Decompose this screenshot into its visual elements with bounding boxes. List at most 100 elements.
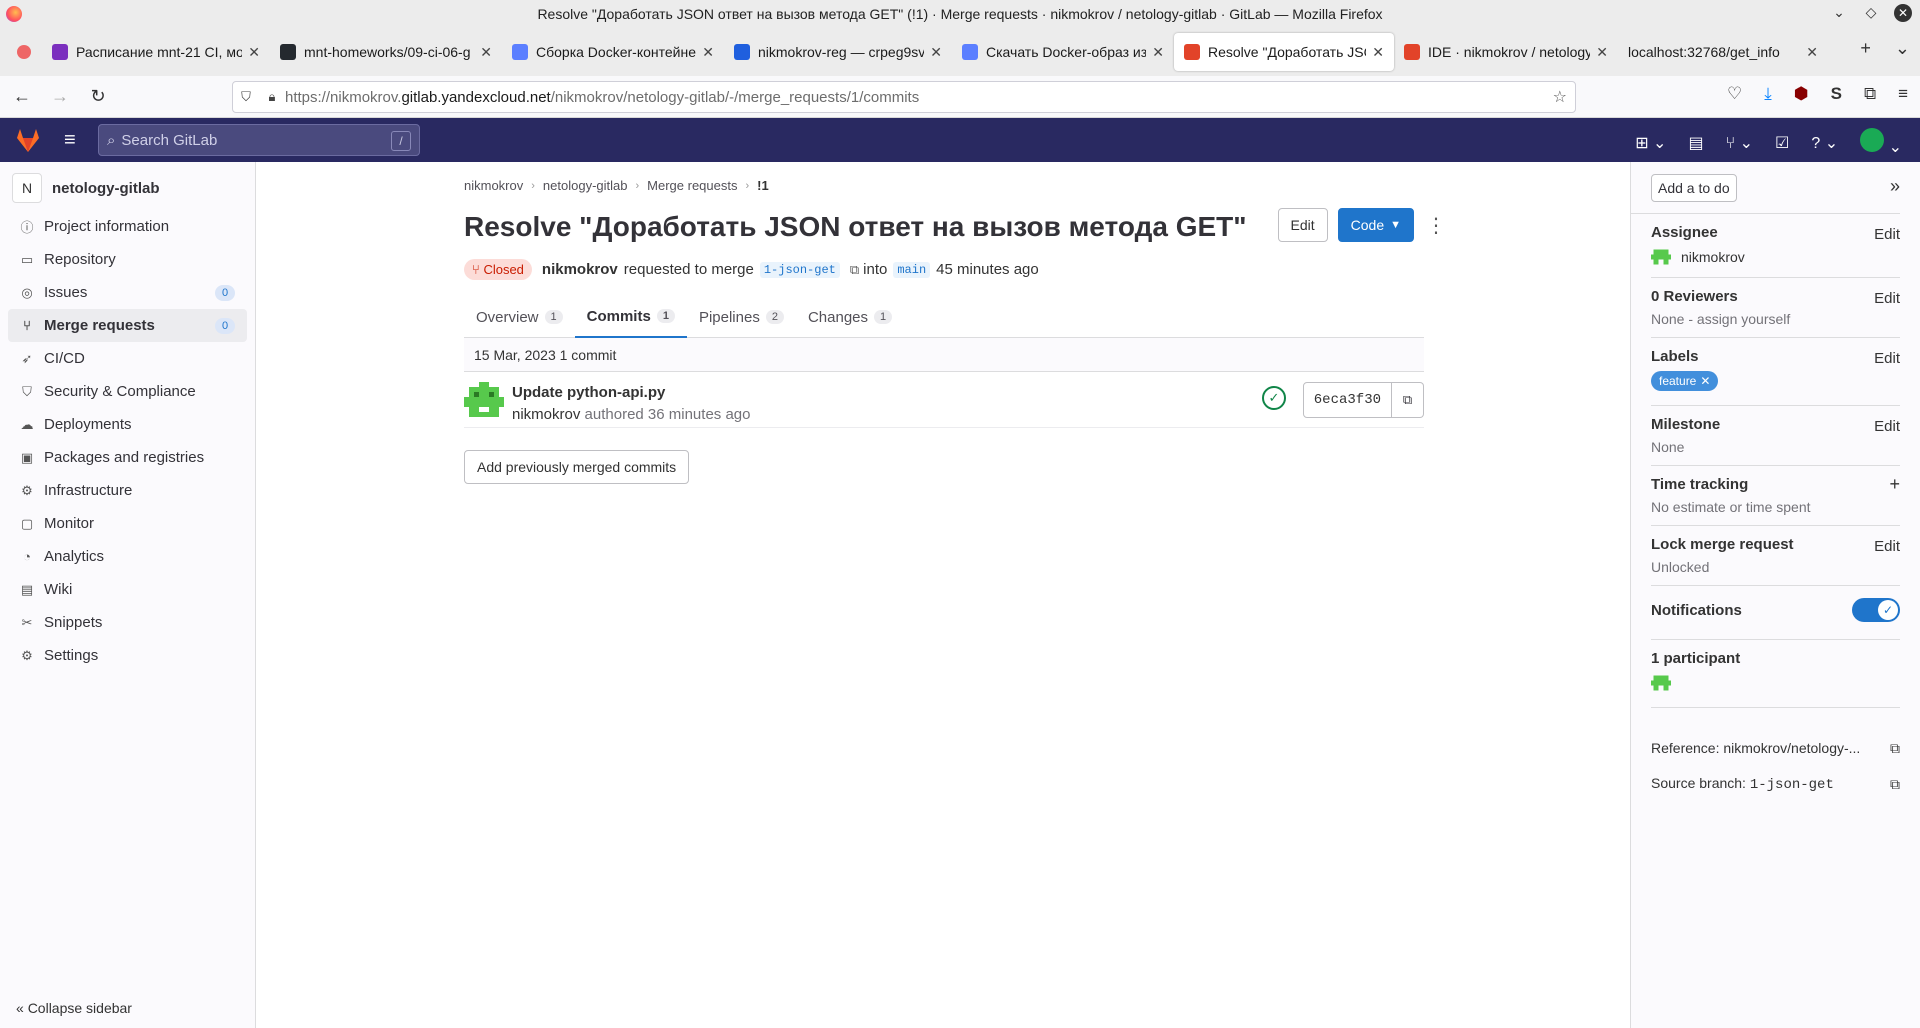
add-time-icon[interactable]: + (1889, 474, 1900, 495)
gitlab-logo-icon[interactable] (14, 127, 42, 153)
reviewers-edit-link[interactable]: Edit (1874, 290, 1900, 307)
shield-icon[interactable]: ⛉ (233, 89, 259, 105)
tab-close-icon[interactable]: ✕ (1596, 44, 1608, 61)
notifications-toggle[interactable]: ✓ (1852, 598, 1900, 622)
user-avatar-menu[interactable]: ⌄ (1860, 128, 1902, 157)
browser-tab[interactable]: Расписание mnt-21 CI, мо ✕ (42, 33, 270, 71)
commit-author[interactable]: nikmokrov (512, 406, 580, 423)
tab-close-icon[interactable]: ✕ (480, 44, 492, 61)
add-previously-merged-commits-button[interactable]: Add previously merged commits (464, 450, 690, 484)
browser-tab[interactable]: Resolve "Доработать JSON ✕ (1174, 33, 1394, 71)
add-todo-button[interactable]: Add a to do (1651, 173, 1737, 202)
window-close-icon[interactable]: ✕ (1894, 4, 1912, 22)
mr-author[interactable]: nikmokrov (542, 261, 618, 278)
remove-label-icon[interactable]: ✕ (1700, 374, 1710, 388)
pipeline-passed-icon[interactable]: ✓ (1262, 386, 1286, 410)
help-icon[interactable]: ? ⌄ (1811, 133, 1838, 153)
ublock-icon[interactable]: ⬢ (1794, 84, 1809, 104)
forward-icon[interactable]: → (44, 81, 76, 113)
sidebar-item-merge-requests[interactable]: ⑂ Merge requests 0 (8, 309, 247, 342)
copy-icon[interactable]: ⧉ (850, 262, 859, 278)
sidebar-item-project-information[interactable]: ⓘ Project information (8, 210, 247, 243)
tab-overview[interactable]: Overview 1 (464, 296, 575, 338)
lock-edit-link[interactable]: Edit (1874, 538, 1900, 555)
breadcrumb-item[interactable]: nikmokrov (464, 178, 523, 193)
reviewers-value[interactable]: None - assign yourself (1651, 311, 1790, 327)
pocket-icon[interactable]: ♡ (1727, 84, 1742, 104)
tab-close-icon[interactable]: ✕ (248, 44, 260, 61)
tab-close-icon[interactable]: ✕ (930, 44, 942, 61)
copy-sha-icon[interactable]: ⧉ (1392, 382, 1424, 418)
edit-button[interactable]: Edit (1277, 208, 1328, 242)
browser-tab[interactable]: Скачать Docker-образ из р ✕ (952, 33, 1174, 71)
tab-changes[interactable]: Changes 1 (796, 296, 904, 338)
collapse-right-sidebar-icon[interactable]: » (1890, 176, 1900, 197)
assignee-avatar[interactable] (1651, 247, 1671, 267)
maximize-icon[interactable]: ◇ (1862, 4, 1880, 22)
target-branch-chip[interactable]: main (893, 261, 931, 278)
tab-pipelines[interactable]: Pipelines 2 (687, 296, 796, 338)
lock-icon[interactable]: 🔒︎ (259, 89, 285, 105)
merge-requests-top-icon[interactable]: ⑂ ⌄ (1726, 133, 1753, 153)
sidebar-item-deployments[interactable]: ☁ Deployments (8, 408, 247, 441)
create-new-icon[interactable]: ⊞ ⌄ (1635, 133, 1666, 153)
download-icon[interactable]: ⤓ (1764, 84, 1772, 104)
extensions-icon[interactable]: ⧉ (1864, 84, 1876, 104)
project-header[interactable]: N netology-gitlab (0, 166, 255, 210)
commit-title[interactable]: Update python-api.py (512, 384, 665, 401)
new-tab-icon[interactable]: + (1860, 38, 1871, 59)
participant-avatar[interactable] (1651, 673, 1671, 693)
source-branch-chip[interactable]: 1-json-get (759, 261, 840, 278)
sidebar-item-wiki[interactable]: ▤ Wiki (8, 573, 247, 606)
labels-edit-link[interactable]: Edit (1874, 350, 1900, 367)
sidebar-item-monitor[interactable]: ▢ Monitor (8, 507, 247, 540)
browser-tab[interactable]: nikmokrov-reg — crpeg9sv ✕ (724, 33, 952, 71)
sidebar-item-snippets[interactable]: ✂ Snippets (8, 606, 247, 639)
label-chip[interactable]: feature ✕ (1651, 371, 1719, 391)
tab-close-icon[interactable]: ✕ (1806, 44, 1818, 61)
commit-sha-button[interactable]: 6eca3f30 (1302, 382, 1392, 418)
url-bar[interactable]: ⛉ 🔒︎ https://nikmokrov. gitlab.yandexclou… (232, 81, 1576, 113)
browser-tab[interactable]: Сборка Docker-контейнер ✕ (502, 33, 724, 71)
commit-author-avatar[interactable] (464, 382, 504, 422)
back-icon[interactable]: ← (6, 81, 38, 113)
breadcrumb-item[interactable]: netology-gitlab (543, 178, 628, 193)
sidebar-item-packages-and-registries[interactable]: ▣ Packages and registries (8, 441, 247, 474)
more-actions-icon[interactable]: ⋮ (1424, 213, 1448, 238)
tab-close-icon[interactable]: ✕ (702, 44, 714, 61)
tab-close-icon[interactable]: ✕ (1372, 44, 1384, 61)
tab-commits[interactable]: Commits 1 (574, 296, 687, 338)
hamburger-menu-icon[interactable]: ≡ (64, 129, 88, 152)
copy-reference-icon[interactable]: ⧉ (1890, 740, 1900, 757)
assignee-edit-link[interactable]: Edit (1874, 226, 1900, 243)
sidebar-item-settings[interactable]: ⚙ Settings (8, 639, 247, 672)
code-dropdown-button[interactable]: Code ▼ (1337, 208, 1414, 242)
todo-icon[interactable]: ☑ (1775, 133, 1789, 153)
breadcrumb-item[interactable]: Merge requests (647, 178, 737, 193)
milestone-edit-link[interactable]: Edit (1874, 418, 1900, 435)
sidebar-item-infrastructure[interactable]: ⚙ Infrastructure (8, 474, 247, 507)
search-input[interactable]: ⌕ Search GitLab / (98, 124, 420, 156)
collapse-sidebar-button[interactable]: « Collapse sidebar (16, 1000, 132, 1016)
app-menu-icon[interactable]: ≡ (1898, 84, 1908, 104)
tab-list-icon[interactable]: ⌄ (1895, 38, 1910, 59)
copy-branch-icon[interactable]: ⧉ (1890, 776, 1900, 793)
tab-close-icon[interactable]: ✕ (1152, 44, 1164, 61)
firefox-view-icon[interactable] (6, 36, 42, 68)
breadcrumb-item[interactable]: !1 (757, 178, 769, 193)
sidebar-item-ci-cd[interactable]: ➶ CI/CD (8, 342, 247, 375)
reload-icon[interactable]: ↻ (82, 81, 114, 113)
assignee-name[interactable]: nikmokrov (1681, 249, 1745, 265)
browser-tab[interactable]: IDE · nikmokrov / netology ✕ (1394, 33, 1618, 71)
sidebar-item-repository[interactable]: ▭ Repository (8, 243, 247, 276)
sidebar-item-analytics[interactable]: ◔ Analytics (8, 540, 247, 573)
bookmark-star-icon[interactable]: ☆ (1553, 87, 1567, 107)
sidebar-item-security-compliance[interactable]: ⛉ Security & Compliance (8, 375, 247, 408)
browser-tab[interactable]: mnt-homeworks/09-ci-06-g ✕ (270, 33, 502, 71)
minimize-icon[interactable]: ⌄ (1830, 4, 1848, 22)
browser-tab[interactable]: localhost:32768/get_info ✕ (1618, 33, 1828, 71)
sidebar-item-issues[interactable]: ◎ Issues 0 (8, 276, 247, 309)
issues-top-icon[interactable]: ▤ (1688, 133, 1703, 153)
source-branch-line: Source branch: 1-json-get ⧉ (1651, 772, 1900, 796)
extension-s-icon[interactable]: S (1831, 84, 1842, 104)
